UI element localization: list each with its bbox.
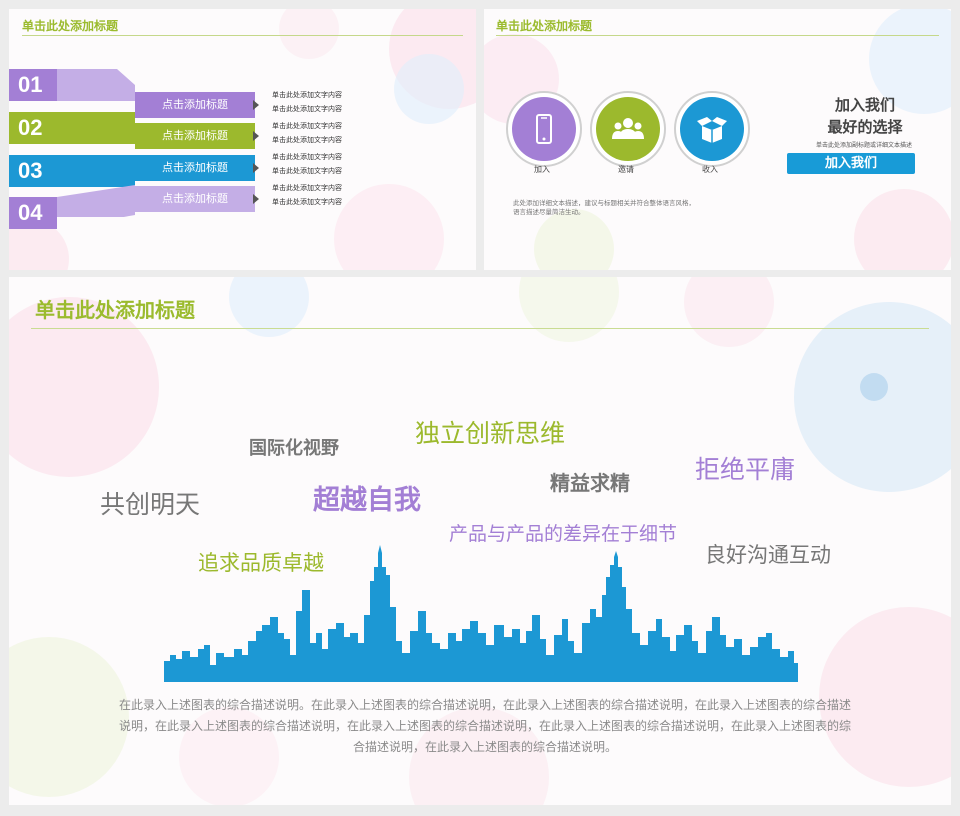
topic-bar-01[interactable]: 点击添加标题 bbox=[135, 92, 255, 118]
keyword: 超越自我 bbox=[313, 485, 421, 516]
city-skyline-illustration bbox=[164, 545, 798, 682]
content-line: 单击此处添加文字内容 bbox=[272, 91, 342, 99]
slide-3[interactable]: 单击此处添加标题 独立创新思维 国际化视野 拒绝平庸 精益求精 共创明天 超越自… bbox=[9, 277, 951, 805]
invite-label: 邀请 bbox=[618, 165, 634, 174]
box-icon bbox=[697, 117, 727, 143]
content-line: 单击此处添加文字内容 bbox=[272, 184, 342, 192]
keyword: 拒绝平庸 bbox=[695, 455, 796, 484]
content-line: 单击此处添加文字内容 bbox=[272, 136, 342, 144]
slide-1[interactable]: 单击此处添加标题 01 点击添加标题 单击此处添加文字内容 单击此处添加文字内容… bbox=[9, 9, 476, 270]
topic-bar-02[interactable]: 点击添加标题 bbox=[135, 123, 255, 149]
step-number-01: 01 bbox=[9, 69, 57, 101]
keyword: 精益求精 bbox=[550, 471, 630, 495]
step-number-04: 04 bbox=[9, 197, 57, 229]
keyword: 产品与产品的差异在于细节 bbox=[449, 523, 678, 545]
step-number-02: 02 bbox=[9, 112, 57, 144]
phone-icon bbox=[536, 114, 552, 144]
step-number-03: 03 bbox=[9, 155, 57, 187]
chart-description: 在此录入上述图表的综合描述说明。在此录入上述图表的综合描述说明，在此录入上述图表… bbox=[118, 698, 851, 754]
slide-2[interactable]: 单击此处添加标题 加入 邀请 收入 加入我们 最好的选择 单击此处添加副标题或详… bbox=[484, 9, 951, 270]
topic-bar-04[interactable]: 点击添加标题 bbox=[135, 186, 255, 212]
title-divider bbox=[496, 35, 939, 36]
topic-bar-03[interactable]: 点击添加标题 bbox=[135, 155, 255, 181]
arrow-right-icon bbox=[253, 131, 259, 141]
keyword: 国际化视野 bbox=[249, 438, 339, 459]
step-connector-02 bbox=[57, 112, 135, 144]
title-divider bbox=[31, 328, 929, 329]
join-label: 加入 bbox=[534, 165, 550, 174]
keyword: 共创明天 bbox=[100, 490, 201, 519]
join-subtitle: 单击此处添加副标题或详细文本描述 bbox=[815, 142, 912, 149]
slide-1-title[interactable]: 单击此处添加标题 bbox=[22, 17, 118, 34]
arrow-right-icon bbox=[253, 100, 259, 110]
income-circle[interactable] bbox=[674, 91, 750, 167]
slide-3-title[interactable]: 单击此处添加标题 bbox=[35, 294, 195, 323]
join-heading-line1: 加入我们 bbox=[834, 96, 895, 114]
income-label: 收入 bbox=[702, 165, 718, 174]
description-line: 语言描述尽量简洁生动。 bbox=[513, 208, 585, 216]
step-connector-01 bbox=[57, 69, 135, 101]
content-line: 单击此处添加文字内容 bbox=[272, 153, 342, 161]
content-line: 单击此处添加文字内容 bbox=[272, 122, 342, 130]
slide-2-title[interactable]: 单击此处添加标题 bbox=[496, 17, 592, 34]
step-connector-04 bbox=[57, 185, 135, 217]
arrow-right-icon bbox=[253, 194, 259, 204]
content-line: 单击此处添加文字内容 bbox=[272, 167, 342, 175]
arrow-right-icon bbox=[253, 163, 259, 173]
keyword: 独立创新思维 bbox=[415, 419, 566, 448]
join-us-button[interactable]: 加入我们 bbox=[787, 153, 915, 174]
content-line: 单击此处添加文字内容 bbox=[272, 198, 342, 206]
join-circle[interactable] bbox=[506, 91, 582, 167]
title-divider bbox=[22, 35, 463, 36]
step-connector-03 bbox=[57, 155, 135, 187]
invite-circle[interactable] bbox=[590, 91, 666, 167]
content-line: 单击此处添加文字内容 bbox=[272, 105, 342, 113]
people-icon bbox=[612, 118, 644, 139]
join-heading-line2: 最好的选择 bbox=[827, 118, 903, 136]
